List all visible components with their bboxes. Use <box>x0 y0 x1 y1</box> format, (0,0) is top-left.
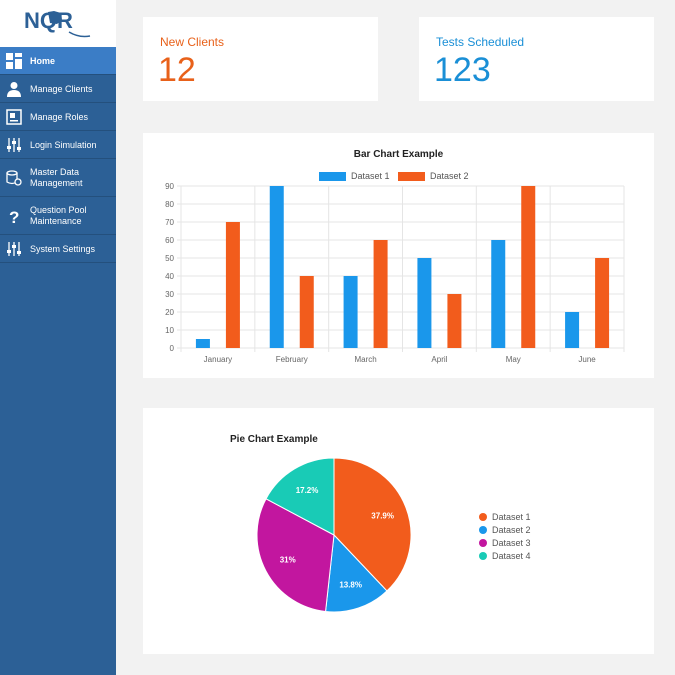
tests-scheduled-value: 123 <box>434 51 491 89</box>
bar-chart: 0 10 20 30 40 50 60 70 80 90 January February March A… <box>165 182 625 364</box>
legend-dot <box>479 513 487 521</box>
y-tick-label: 70 <box>165 218 174 227</box>
bar-chart-card: Bar Chart Example Dataset 1 Dataset 2 01… <box>143 133 654 378</box>
y-tick-label: 30 <box>165 290 174 299</box>
sidebar-item-home[interactable]: Home <box>0 47 116 75</box>
sidebar-item-login-simulation[interactable]: Login Simulation <box>0 131 116 159</box>
y-tick-label: 0 <box>170 344 175 353</box>
y-tick-label: 90 <box>165 182 174 191</box>
x-tick-label: April <box>431 355 447 364</box>
y-tick-label: 20 <box>165 308 174 317</box>
pie-value-label: 37.9% <box>371 512 394 521</box>
sidebar-item-manage-roles[interactable]: Manage Roles <box>0 103 116 131</box>
y-tick-label: 10 <box>165 326 174 335</box>
dashboard-icon <box>6 53 22 69</box>
x-tick-label: March <box>354 355 376 364</box>
pie-legend-dataset-2[interactable]: Dataset 2 <box>479 525 531 535</box>
sidebar-item-question-pool-maintenance[interactable]: ? Question Pool Maintenance <box>0 197 116 235</box>
bar-dataset-2-april <box>447 294 462 348</box>
y-tick-label: 40 <box>165 272 174 281</box>
pie-legend-dataset-1[interactable]: Dataset 1 <box>479 512 531 522</box>
x-tick-label: January <box>204 355 232 364</box>
bar-dataset-2-january <box>225 222 240 348</box>
x-tick-label: June <box>578 355 596 364</box>
legend-label: Dataset 4 <box>492 551 531 561</box>
bar-dataset-2-march <box>373 240 388 348</box>
legend-dot <box>479 526 487 534</box>
tests-scheduled-card: Tests Scheduled 123 <box>419 17 654 101</box>
y-tick-label: 50 <box>165 254 174 263</box>
sidebar: NQR Home Manage Clients Manage Roles Login … <box>0 0 116 675</box>
bar-dataset-2-may <box>521 186 536 348</box>
bar-dataset-1-january <box>195 339 210 348</box>
logo-text: NQR <box>24 8 73 33</box>
logo: NQR <box>24 8 91 38</box>
sidebar-item-label: Manage Clients <box>30 83 93 94</box>
new-clients-value: 12 <box>158 51 196 89</box>
x-tick-label: May <box>506 355 521 364</box>
y-tick-label: 60 <box>165 236 174 245</box>
legend-dot <box>479 552 487 560</box>
legend-label: Dataset 3 <box>492 538 531 548</box>
sidebar-item-label: Master Data Management <box>30 167 83 188</box>
bar-dataset-2-june <box>595 258 610 348</box>
svg-text:?: ? <box>9 208 19 224</box>
legend-label: Dataset 1 <box>492 512 531 522</box>
tests-scheduled-label: Tests Scheduled <box>436 35 525 49</box>
user-icon <box>6 81 22 97</box>
question-icon: ? <box>6 208 22 224</box>
sliders-icon <box>6 137 22 153</box>
new-clients-card: New Clients 12 <box>143 17 378 101</box>
sidebar-item-master-data-management[interactable]: Master Data Management <box>0 159 116 197</box>
sidebar-item-label: Manage Roles <box>30 111 89 122</box>
pie-legend-dataset-3[interactable]: Dataset 3 <box>479 538 531 548</box>
x-tick-label: February <box>276 355 308 364</box>
pie-value-label: 13.8% <box>339 581 362 590</box>
bar-dataset-1-february <box>269 186 284 348</box>
sidebar-item-label: System Settings <box>30 243 96 254</box>
sidebar-nav: Home Manage Clients Manage Roles Login Simu… <box>0 47 116 263</box>
y-tick-label: 80 <box>165 200 174 209</box>
new-clients-label: New Clients <box>160 35 225 49</box>
legend-dot <box>479 539 487 547</box>
sidebar-item-label: Question Pool Maintenance <box>30 205 87 226</box>
bar-dataset-2-february <box>299 276 314 348</box>
database-gear-icon <box>6 170 22 186</box>
bar-dataset-1-april <box>417 258 432 348</box>
pie-chart-card: Pie Chart Example 37.9% 13.8% 31% 17.2% Dat… <box>143 408 654 654</box>
pie-value-label: 17.2% <box>296 486 319 495</box>
bar-dataset-1-june <box>565 312 580 348</box>
sidebar-item-label: Login Simulation <box>30 139 97 150</box>
pie-value-label: 31% <box>280 555 296 564</box>
pie-chart: 37.9% 13.8% 31% 17.2% <box>256 457 412 613</box>
sliders-icon <box>6 241 22 257</box>
pie-legend-dataset-4[interactable]: Dataset 4 <box>479 551 531 561</box>
roles-icon <box>6 109 22 125</box>
logo-area[interactable]: NQR <box>0 0 116 47</box>
bar-dataset-1-march <box>343 276 358 348</box>
legend-label: Dataset 2 <box>492 525 531 535</box>
bar-dataset-1-may <box>491 240 506 348</box>
sidebar-item-system-settings[interactable]: System Settings <box>0 235 116 263</box>
sidebar-item-manage-clients[interactable]: Manage Clients <box>0 75 116 103</box>
sidebar-item-label: Home <box>30 55 56 66</box>
